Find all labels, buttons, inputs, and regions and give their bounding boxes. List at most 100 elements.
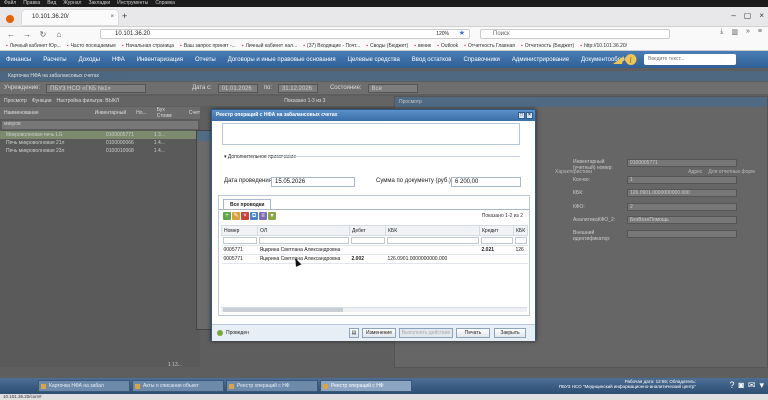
tab-all-postings[interactable]: Все проводки	[223, 199, 272, 209]
os-menu-bookmarks[interactable]: Закладки	[88, 0, 110, 7]
delete-icon[interactable]: ×	[241, 212, 249, 220]
tab-report-forms[interactable]: Для отчетных форм	[708, 169, 754, 175]
table-row[interactable]: Печь микроволновая 21л 0100000066 1 4...	[0, 139, 200, 147]
os-menu-edit[interactable]: Правка	[23, 0, 40, 7]
mail-icon[interactable]: ✉	[748, 380, 756, 391]
table-row[interactable]: 0005771 Яцкрина Светлана Александровна 2…	[221, 245, 528, 255]
bookmark-item[interactable]: Ваш запрос принят -...	[180, 43, 236, 49]
maximize-icon[interactable]: ▢	[744, 11, 752, 20]
menu-contracts[interactable]: Договоры и иные правовые основания	[226, 57, 338, 63]
org-field[interactable]: ПБУЗ НСО «ГКБ №1»	[46, 83, 147, 93]
bookmark-item[interactable]: Часто посещаемые	[67, 43, 116, 49]
bookmark-item[interactable]: веник	[414, 43, 431, 49]
dialog-maximize-icon[interactable]: □	[518, 112, 525, 119]
column-filter-input[interactable]	[386, 237, 479, 244]
menu-reports[interactable]: Отчеты	[193, 57, 218, 63]
close-button[interactable]: Закрыть	[494, 328, 526, 338]
column-header[interactable]: Дебет	[349, 225, 386, 236]
grid-header-cell[interactable]: Но...	[136, 110, 147, 116]
os-menu-help[interactable]: Справка	[155, 0, 175, 7]
bookmark-item[interactable]: (37) Входящие - Почт...	[303, 43, 360, 49]
column-filter-input[interactable]	[222, 237, 257, 244]
tab-address[interactable]: Адрес	[688, 169, 702, 175]
dialog-title-bar[interactable]: Реестр операций с НФА на забалансовых сч…	[212, 110, 535, 121]
copy-icon[interactable]: ⧉	[250, 212, 258, 220]
new-tab-icon[interactable]: +	[122, 11, 127, 21]
menu-target-funds[interactable]: Целевые средства	[346, 57, 402, 63]
back-icon[interactable]: ←	[6, 30, 16, 39]
menu-inventory[interactable]: Инвентаризация	[135, 57, 185, 63]
os-menu-file[interactable]: Файл	[4, 0, 16, 7]
menu-balances[interactable]: Ввод остатков	[410, 57, 454, 63]
bookmark-item[interactable]: Outlook	[437, 43, 458, 49]
column-header[interactable]: Номер	[221, 225, 258, 236]
bookmark-item[interactable]: Начальная страница	[122, 43, 174, 49]
date-from-field[interactable]: 01.01.2026	[217, 83, 258, 93]
menu-icon[interactable]: ≡	[758, 28, 762, 36]
bookmark-item[interactable]: Личный кабинет нал...	[242, 43, 298, 49]
browser-search-input[interactable]: Поиск	[480, 29, 670, 39]
home-icon[interactable]: ⌂	[54, 30, 64, 39]
section-additional-note[interactable]: Дополнительное примечание	[224, 154, 296, 160]
taskbar-item[interactable]: Карточка НФА на забал	[38, 380, 130, 392]
minimize-icon[interactable]: –	[731, 11, 735, 20]
add-icon[interactable]: +	[223, 212, 231, 220]
bookmark-item[interactable]: Личный кабинет Юр...	[6, 43, 61, 49]
forward-icon[interactable]: →	[22, 30, 32, 39]
menu-income[interactable]: Доходы	[77, 57, 102, 63]
filter-settings-button[interactable]: Настройка фильтра: ВЫКЛ	[57, 98, 120, 104]
app-search-input[interactable]: Введите текст...	[644, 54, 736, 65]
edit-icon[interactable]: ✎	[232, 212, 240, 220]
note-textarea[interactable]	[222, 123, 520, 145]
column-header[interactable]: ОЛ	[257, 225, 350, 236]
library-icon[interactable]: ▥	[731, 28, 738, 36]
state-field[interactable]: Все	[367, 83, 418, 93]
functions-icon[interactable]: ≡	[259, 212, 267, 220]
table-row[interactable]: 0005771 Яцкрина Светлана Александровна 2…	[221, 254, 528, 264]
grid-search-input[interactable]: микров	[2, 121, 198, 129]
grid-header-cell[interactable]: Счет	[189, 110, 200, 116]
attach-icon[interactable]: ▤	[349, 328, 359, 338]
column-header[interactable]: КБК	[385, 225, 480, 236]
bookmark-star-icon[interactable]: ★	[459, 29, 465, 38]
menu-payments[interactable]: Расчеты	[41, 57, 68, 63]
grid-header-cell[interactable]: Бух Стоим	[157, 107, 179, 119]
taskbar-item-active[interactable]: Реестр операций с НФ	[320, 380, 412, 392]
table-row[interactable]: Печь микроволновая 23л 0100010068 1 4...	[0, 147, 200, 155]
menu-directories[interactable]: Справочники	[461, 57, 501, 63]
doc-sum-field[interactable]: 6 200,00	[451, 177, 521, 187]
bookmark-item[interactable]: Отчетность Главная	[464, 43, 515, 49]
downloads-icon[interactable]: ⤓	[720, 28, 723, 36]
collapse-icon[interactable]: ▾	[759, 380, 764, 391]
os-menu-view[interactable]: Вид	[47, 0, 56, 7]
bookmark-item[interactable]: Своды (Бюджет)	[366, 43, 408, 49]
zoom-level[interactable]: 120%	[436, 30, 449, 39]
posting-date-field[interactable]: 15.05.2026	[271, 177, 355, 187]
dialog-close-icon[interactable]: ×	[526, 112, 533, 119]
horizontal-scrollbar[interactable]	[221, 307, 527, 312]
view-button[interactable]: Просмотр	[4, 98, 27, 104]
reload-icon[interactable]: ↻	[38, 30, 48, 39]
browser-tab[interactable]: 10.101.36.20/ ×	[22, 10, 118, 25]
close-window-icon[interactable]: ×	[759, 11, 764, 20]
date-to-field[interactable]: 31.12.2026	[277, 83, 318, 93]
column-header[interactable]: КБК	[513, 225, 528, 236]
os-menu-history[interactable]: Журнал	[63, 0, 81, 7]
os-menu-tools[interactable]: Инструменты	[117, 0, 148, 7]
menu-nfa[interactable]: НФА	[110, 57, 127, 63]
functions-button[interactable]: Функции	[32, 98, 52, 104]
url-bar[interactable]: 10.101.36.20 120% ★	[100, 29, 470, 39]
close-tab-icon[interactable]: ×	[110, 10, 114, 25]
table-row[interactable]: Микроволновая печь LG 0100005771 1 3...	[0, 131, 200, 139]
column-filter-input[interactable]	[258, 237, 349, 244]
column-filter-input[interactable]	[350, 237, 385, 244]
camera-icon[interactable]: ◙	[738, 380, 743, 391]
print-button[interactable]: Печать	[456, 328, 490, 338]
column-header[interactable]: Кредит	[479, 225, 514, 236]
menu-admin[interactable]: Администрирование	[510, 57, 571, 63]
column-filter-input[interactable]	[514, 237, 527, 244]
help-icon[interactable]: ?	[729, 380, 734, 391]
menu-finance[interactable]: Финансы	[4, 57, 33, 63]
change-button[interactable]: Изменение	[362, 328, 396, 338]
filter-icon[interactable]: ▾	[268, 212, 276, 220]
